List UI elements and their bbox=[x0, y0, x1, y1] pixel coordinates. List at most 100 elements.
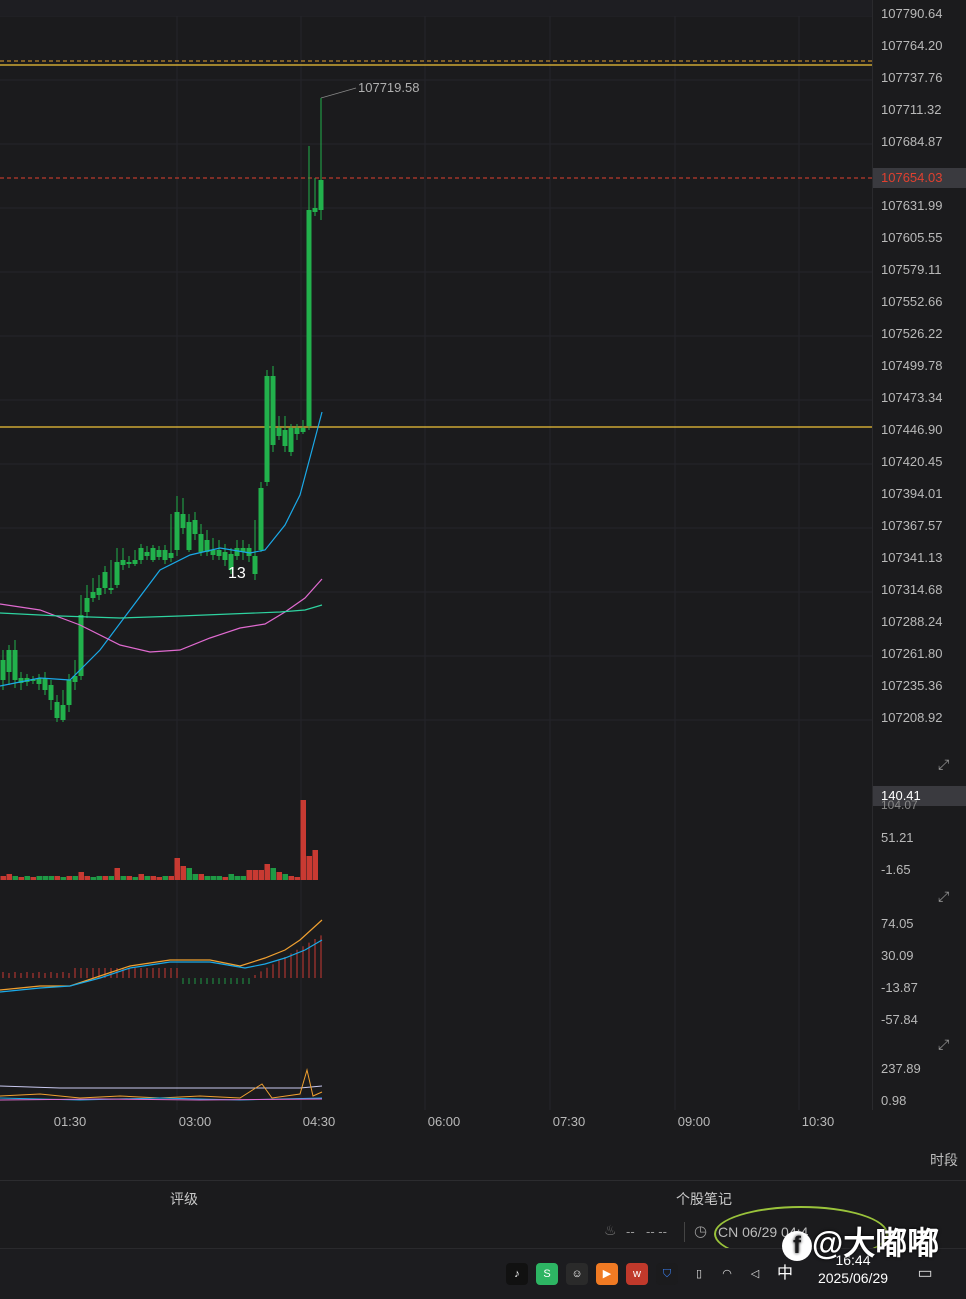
candle-body bbox=[84, 598, 90, 612]
tab-rating[interactable]: 评级 bbox=[170, 1189, 198, 1209]
volume-bar bbox=[252, 870, 258, 880]
volume-bar bbox=[264, 864, 270, 880]
clock-icon: ◷ bbox=[694, 1223, 708, 1240]
volume-tick-label: -1.65 bbox=[881, 862, 911, 877]
time-tick-label: 07:30 bbox=[552, 1114, 586, 1129]
price-tick-label: 107684.87 bbox=[881, 134, 943, 149]
high-price-marker: 107719.58 bbox=[358, 80, 420, 95]
price-tick-label: 107579.11 bbox=[881, 262, 942, 277]
status-dash-1: -- bbox=[626, 1224, 635, 1239]
candle-body bbox=[126, 562, 132, 564]
volume-bar bbox=[222, 877, 228, 880]
price-tick-label: 107737.76 bbox=[881, 70, 943, 85]
volume-bar bbox=[204, 876, 210, 880]
chart-canvas[interactable] bbox=[0, 0, 872, 1110]
tiktok-icon[interactable]: ♪ bbox=[506, 1263, 528, 1285]
candle-body bbox=[156, 550, 162, 557]
volume-bar bbox=[12, 876, 18, 880]
volume-bar bbox=[108, 876, 114, 880]
price-tick-label: 107261.80 bbox=[881, 646, 943, 661]
candle-body bbox=[0, 660, 6, 680]
candle-body bbox=[300, 428, 306, 432]
price-tick-label: 107605.55 bbox=[881, 230, 943, 245]
volume-bar bbox=[30, 877, 36, 880]
media-icon[interactable]: ▶ bbox=[596, 1263, 618, 1285]
candle-body bbox=[102, 572, 108, 588]
volume-bar bbox=[48, 876, 54, 880]
candle-body bbox=[294, 428, 300, 434]
expand-icon[interactable]: ⤢ bbox=[938, 756, 956, 774]
volume-bar bbox=[24, 876, 30, 880]
price-tick-label: 107288.24 bbox=[881, 614, 943, 629]
watermark: f @大嘟嘟 bbox=[782, 1218, 939, 1264]
time-tick-label: 04:30 bbox=[302, 1114, 336, 1129]
volume-icon[interactable]: ◁ bbox=[744, 1263, 766, 1285]
price-tick-label: 107764.20 bbox=[881, 38, 943, 53]
qq-icon[interactable]: ☺ bbox=[566, 1263, 588, 1285]
volume-bar bbox=[228, 874, 234, 880]
volume-bar bbox=[42, 876, 48, 880]
volume-bar bbox=[18, 877, 24, 880]
volume-bar bbox=[90, 877, 96, 880]
expand-icon[interactable]: ⤢ bbox=[938, 888, 956, 906]
osc-tick-label: 0.98 bbox=[881, 1093, 907, 1108]
period-button[interactable]: 时段 bbox=[930, 1150, 958, 1170]
volume-bar bbox=[234, 876, 240, 880]
volume-bar bbox=[300, 800, 306, 880]
divider bbox=[684, 1222, 685, 1242]
ime-indicator[interactable]: 中 bbox=[774, 1263, 796, 1285]
watermark-text: @大嘟嘟 bbox=[812, 1225, 940, 1261]
wh-icon[interactable]: w bbox=[626, 1263, 648, 1285]
volume-bar bbox=[36, 876, 42, 880]
volume-bar bbox=[294, 877, 300, 880]
volume-bar bbox=[114, 868, 120, 880]
candlestick-chart[interactable]: 107719.58 13 bbox=[0, 0, 872, 1110]
volume-bar bbox=[60, 877, 66, 880]
volume-bar bbox=[168, 876, 174, 880]
volume-bar bbox=[66, 876, 72, 880]
time-tick-label: 01:30 bbox=[53, 1114, 87, 1129]
candle-body bbox=[108, 588, 114, 590]
volume-bar bbox=[144, 876, 150, 880]
candle-body bbox=[252, 556, 258, 574]
candle-body bbox=[114, 562, 120, 585]
tab-notes[interactable]: 个股笔记 bbox=[676, 1189, 732, 1209]
expand-icon[interactable]: ⤢ bbox=[938, 1036, 956, 1054]
volume-bar bbox=[120, 876, 126, 880]
candle-body bbox=[60, 705, 66, 720]
time-axis: 01:30 03:00 04:30 06:00 07:30 09:00 10:30 bbox=[0, 1110, 872, 1136]
volume-bar bbox=[126, 876, 132, 880]
app-green-icon[interactable]: S bbox=[536, 1263, 558, 1285]
volume-bar bbox=[186, 868, 192, 880]
candle-body bbox=[54, 702, 60, 718]
price-tick-label: 107367.57 bbox=[881, 518, 943, 533]
candle-body bbox=[258, 488, 264, 550]
time-tick-label: 09:00 bbox=[677, 1114, 711, 1129]
volume-bar bbox=[312, 850, 318, 880]
panel-bg bbox=[0, 912, 872, 1028]
price-axis[interactable]: 107790.64 107764.20 107737.76 107711.32 1076… bbox=[872, 0, 966, 1110]
wifi-icon[interactable]: ◠ bbox=[716, 1263, 738, 1285]
candle-body bbox=[120, 560, 126, 565]
volume-bar bbox=[180, 866, 186, 880]
volume-bar bbox=[258, 870, 264, 880]
clock-date: 2025/06/29 bbox=[817, 1270, 889, 1286]
macd-tick-label: 30.09 bbox=[881, 948, 914, 963]
volume-bar bbox=[306, 856, 312, 880]
candle-body bbox=[66, 680, 72, 705]
usb-icon[interactable]: ▯ bbox=[688, 1263, 710, 1285]
fire-icon: ♨ bbox=[604, 1222, 617, 1238]
shield-icon[interactable]: ⛉ bbox=[656, 1263, 678, 1285]
volume-bar bbox=[84, 876, 90, 880]
notification-icon[interactable]: ▭ bbox=[914, 1263, 936, 1285]
current-price-tag: 107654.03 bbox=[873, 168, 966, 188]
volume-tick-label: 51.21 bbox=[881, 830, 914, 845]
volume-bar bbox=[282, 874, 288, 880]
price-tick-label: 107526.22 bbox=[881, 326, 943, 341]
candle-body bbox=[186, 522, 192, 550]
candle-body bbox=[198, 534, 204, 552]
macd-tick-label: -57.84 bbox=[881, 1012, 918, 1027]
volume-bar bbox=[276, 872, 282, 880]
candle-body bbox=[234, 548, 240, 556]
candle-body bbox=[48, 685, 54, 700]
